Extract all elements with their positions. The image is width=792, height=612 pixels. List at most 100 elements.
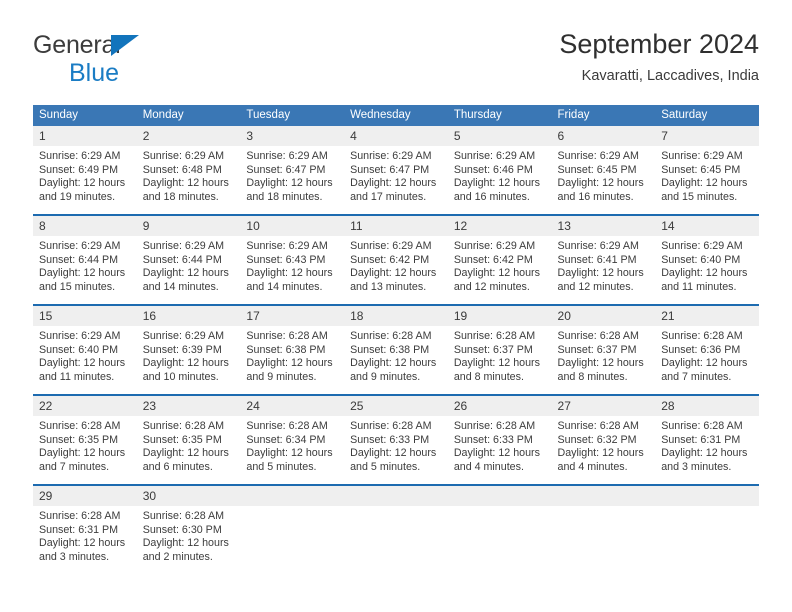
day-sunrise-line: Sunrise: 6:28 AM [557, 330, 639, 342]
day-daylight-line: and 8 minutes. [557, 370, 628, 383]
day-number-cell[interactable] [240, 486, 345, 506]
day-number-cell[interactable]: 30 [136, 486, 241, 506]
weekday-header-thursday: Thursday [447, 105, 552, 126]
day-daylight-line: Daylight: 12 hours [39, 357, 126, 370]
day-sunrise-line: Sunrise: 6:28 AM [661, 330, 743, 342]
day-number-cell[interactable]: 6 [551, 126, 656, 146]
day-sunset-line: Sunset: 6:32 PM [557, 433, 637, 446]
day-daylight-line: and 3 minutes. [39, 550, 110, 563]
day-sunset-line: Sunset: 6:48 PM [142, 163, 222, 176]
day-number-cell[interactable]: 23 [136, 396, 241, 416]
day-number-cell[interactable]: 7 [655, 126, 759, 146]
day-sunrise-line: Sunrise: 6:29 AM [350, 150, 432, 162]
day-number-cell[interactable]: 29 [33, 486, 137, 506]
day-info-cell: Sunrise: 6:29 AM Sunset: 6:44 PM Daylight:… [33, 236, 137, 304]
logo-text-blue: Blue [69, 59, 120, 87]
day-number-cell[interactable]: 22 [33, 396, 137, 416]
day-sunrise-line: Sunrise: 6:29 AM [39, 330, 121, 342]
day-info-cell: Sunrise: 6:28 AM Sunset: 6:35 PM Daylight:… [136, 416, 241, 484]
day-info-cell: Sunrise: 6:29 AM Sunset: 6:48 PM Daylight:… [136, 146, 241, 214]
day-number-cell[interactable]: 24 [240, 396, 345, 416]
day-sunrise-line: Sunrise: 6:29 AM [557, 150, 639, 162]
day-daylight-line: Daylight: 12 hours [453, 177, 540, 190]
day-sunset-line: Sunset: 6:40 PM [39, 343, 119, 356]
day-number-cell[interactable]: 26 [447, 396, 552, 416]
day-daylight-line: and 18 minutes. [246, 190, 323, 203]
day-sunrise-line: Sunrise: 6:29 AM [350, 240, 432, 252]
day-daylight-line: Daylight: 12 hours [350, 177, 437, 190]
day-daylight-line: Daylight: 12 hours [246, 357, 333, 370]
day-daylight-line: Daylight: 12 hours [453, 447, 540, 460]
day-daylight-line: and 17 minutes. [350, 190, 427, 203]
day-number-cell[interactable] [655, 486, 759, 506]
day-info-cell [551, 506, 656, 574]
day-daylight-line: Daylight: 12 hours [39, 447, 126, 460]
page-header: General Blue September 2024 Kavaratti, L… [33, 28, 759, 98]
day-number-cell[interactable] [344, 486, 448, 506]
day-sunrise-line: Sunrise: 6:29 AM [39, 150, 121, 162]
day-number-cell[interactable]: 10 [240, 216, 345, 236]
day-daylight-line: Daylight: 12 hours [142, 177, 229, 190]
day-number-cell[interactable]: 20 [551, 306, 656, 326]
day-sunset-line: Sunset: 6:39 PM [142, 343, 222, 356]
day-number-cell[interactable]: 3 [240, 126, 345, 146]
day-number-cell[interactable]: 14 [655, 216, 759, 236]
day-daylight-line: Daylight: 12 hours [453, 267, 540, 280]
day-number-cell[interactable]: 11 [344, 216, 448, 236]
weekday-header-row: Sunday Monday Tuesday Wednesday Thursday… [33, 105, 759, 126]
day-number-cell[interactable]: 13 [551, 216, 656, 236]
day-sunrise-line: Sunrise: 6:28 AM [246, 330, 328, 342]
day-number-cell[interactable]: 21 [655, 306, 759, 326]
day-daylight-line: and 7 minutes. [39, 460, 110, 473]
day-number-cell[interactable]: 17 [240, 306, 345, 326]
day-daylight-line: and 9 minutes. [350, 370, 421, 383]
day-number-cell[interactable]: 5 [447, 126, 552, 146]
day-daylight-line: Daylight: 12 hours [661, 357, 748, 370]
day-info-cell: Sunrise: 6:29 AM Sunset: 6:45 PM Daylight:… [551, 146, 656, 214]
day-sunset-line: Sunset: 6:35 PM [142, 433, 222, 446]
day-number-cell[interactable]: 2 [136, 126, 241, 146]
day-daylight-line: and 11 minutes. [661, 280, 737, 293]
day-info-cell: Sunrise: 6:29 AM Sunset: 6:40 PM Daylight:… [655, 236, 759, 304]
weekday-header-monday: Monday [136, 105, 241, 126]
day-number-cell[interactable]: 8 [33, 216, 137, 236]
day-sunrise-line: Sunrise: 6:29 AM [246, 240, 328, 252]
day-sunrise-line: Sunrise: 6:29 AM [453, 240, 536, 252]
day-daylight-line: Daylight: 12 hours [557, 177, 644, 190]
day-number-cell[interactable]: 27 [551, 396, 656, 416]
day-number-cell[interactable] [447, 486, 552, 506]
day-sunset-line: Sunset: 6:33 PM [350, 433, 430, 446]
day-daylight-line: and 9 minutes. [246, 370, 317, 383]
day-number-cell[interactable]: 18 [344, 306, 448, 326]
day-sunset-line: Sunset: 6:44 PM [142, 253, 222, 266]
day-number-cell[interactable]: 12 [447, 216, 552, 236]
day-number-cell[interactable]: 25 [344, 396, 448, 416]
day-info-row: Sunrise: 6:29 AM Sunset: 6:44 PM Daylight:… [33, 236, 759, 304]
day-daylight-line: and 14 minutes. [142, 280, 219, 293]
day-daylight-line: and 16 minutes. [557, 190, 634, 203]
day-sunrise-line: Sunrise: 6:29 AM [453, 150, 536, 162]
day-number-cell[interactable] [551, 486, 656, 506]
day-number-cell[interactable]: 28 [655, 396, 759, 416]
day-daylight-line: and 2 minutes. [142, 550, 213, 563]
day-sunrise-line: Sunrise: 6:28 AM [246, 420, 328, 432]
day-number-cell[interactable]: 1 [33, 126, 137, 146]
day-info-cell: Sunrise: 6:29 AM Sunset: 6:47 PM Daylight:… [344, 146, 448, 214]
day-info-cell: Sunrise: 6:29 AM Sunset: 6:45 PM Daylight:… [655, 146, 759, 214]
day-number-cell[interactable]: 16 [136, 306, 241, 326]
day-sunrise-line: Sunrise: 6:28 AM [661, 420, 743, 432]
day-number-cell[interactable]: 4 [344, 126, 448, 146]
day-info-cell: Sunrise: 6:29 AM Sunset: 6:43 PM Daylight:… [240, 236, 345, 304]
weekday-header-saturday: Saturday [655, 105, 759, 126]
day-sunset-line: Sunset: 6:35 PM [39, 433, 119, 446]
day-daylight-line: and 15 minutes. [39, 280, 116, 293]
logo-triangle-icon [111, 35, 139, 56]
day-number-cell[interactable]: 9 [136, 216, 241, 236]
day-number-cell[interactable]: 19 [447, 306, 552, 326]
day-info-cell: Sunrise: 6:28 AM Sunset: 6:33 PM Daylight:… [344, 416, 448, 484]
day-number-cell[interactable]: 15 [33, 306, 137, 326]
day-info-cell [240, 506, 345, 574]
day-sunrise-line: Sunrise: 6:28 AM [453, 420, 536, 432]
day-daylight-line: and 10 minutes. [142, 370, 219, 383]
day-sunrise-line: Sunrise: 6:28 AM [453, 330, 536, 342]
